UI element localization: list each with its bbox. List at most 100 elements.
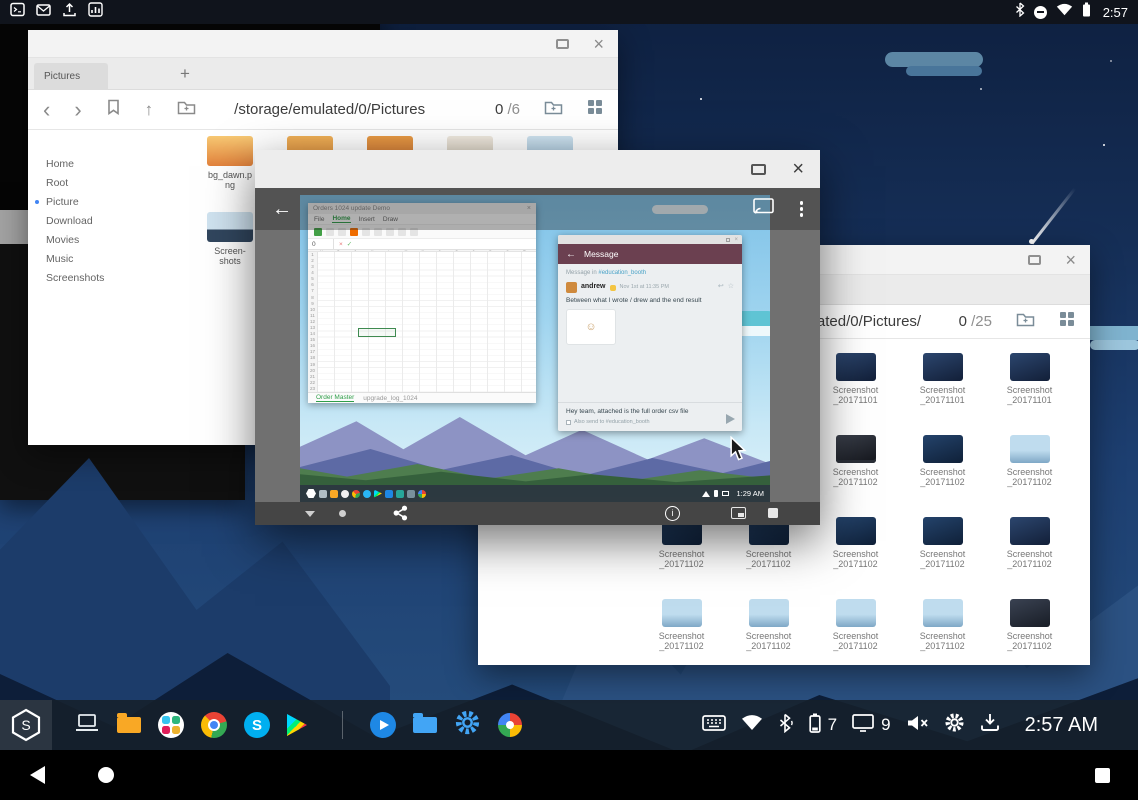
battery-icon[interactable]	[809, 713, 821, 738]
cancel-icon: ×	[339, 241, 343, 248]
clock: 1:29 AM	[736, 489, 764, 498]
restore-window-icon[interactable]	[556, 39, 569, 49]
image-viewer-window[interactable]: × ← Orders 1024 update Demo×	[255, 150, 820, 525]
bluetooth-icon[interactable]	[778, 713, 794, 738]
start-menu-button[interactable]: S	[0, 700, 52, 750]
selection-count: 0 /6	[495, 101, 520, 118]
file-item[interactable]: Screenshot _20171102	[725, 599, 812, 681]
wifi-icon[interactable]	[741, 714, 763, 736]
settings-app-icon[interactable]	[454, 709, 481, 741]
sidebar-item-music[interactable]: Music	[28, 249, 193, 268]
pip-icon[interactable]	[731, 507, 746, 519]
grid-view-icon[interactable]	[1059, 311, 1075, 332]
update-icon[interactable]	[980, 713, 1000, 737]
sidebar-item-download[interactable]: Download	[28, 211, 193, 230]
home-button[interactable]	[98, 767, 114, 783]
sidebar-item-picture[interactable]: Picture	[28, 192, 193, 211]
skype-icon[interactable]	[244, 712, 270, 738]
file-item[interactable]: Screenshot _20171102	[638, 599, 725, 681]
play-store-icon[interactable]	[287, 714, 307, 736]
cloud	[1090, 340, 1138, 350]
comet-head	[1029, 239, 1034, 244]
info-icon[interactable]: i	[665, 506, 680, 521]
file-item[interactable]: Screenshot _20171102	[812, 517, 899, 599]
photos-pinwheel-icon[interactable]	[498, 713, 522, 737]
file-label: Screenshot _20171102	[725, 631, 812, 651]
file-item[interactable]: Screenshot _20171101	[899, 353, 986, 435]
chrome-icon[interactable]	[201, 712, 227, 738]
navigation-bar	[0, 750, 1138, 800]
back-button[interactable]	[30, 766, 45, 784]
laptop-app-icon[interactable]	[74, 713, 100, 738]
star-icon: ☆	[728, 282, 734, 290]
file-item[interactable]: Screenshot _20171101	[986, 353, 1073, 435]
close-icon[interactable]: ×	[1065, 251, 1076, 269]
files-app-icon[interactable]	[117, 717, 141, 733]
photo-view[interactable]: Orders 1024 update Demo× File Home Inser…	[300, 195, 770, 502]
chart-icon	[88, 2, 103, 22]
volume-muted-icon[interactable]	[906, 714, 929, 737]
file-item[interactable]: Screenshot _20171102	[812, 599, 899, 681]
formula-bar: 0 × ✓	[308, 239, 536, 250]
app-icon	[418, 490, 426, 498]
recents-button[interactable]	[1095, 768, 1110, 783]
file-item[interactable]: Screenshot _20171102	[725, 517, 812, 599]
file-item[interactable]: Screenshot _20171102	[899, 517, 986, 599]
sidebar: Home Root Picture Download Movies Music …	[28, 130, 193, 445]
screenshot-taskbar: 1:29 AM	[300, 485, 770, 502]
overflow-menu-icon[interactable]	[800, 201, 804, 217]
settings-gear-icon[interactable]	[944, 712, 965, 738]
share-icon[interactable]	[393, 505, 408, 525]
app-icon	[330, 490, 338, 498]
slack-icon[interactable]	[158, 712, 184, 738]
file-item[interactable]: Screenshot _20171102	[899, 435, 986, 517]
attachment-thumbnail: ☺	[566, 309, 616, 345]
tab-strip: Pictures +	[28, 58, 618, 90]
row-headers: 1 2 3 4 5 6 7 8 9 10 11 12 13 14 15 16 1…	[308, 252, 318, 392]
restore-window-icon[interactable]	[1028, 255, 1041, 265]
file-item[interactable]: Screenshot _20171102	[812, 435, 899, 517]
tab-pictures[interactable]: Pictures	[34, 63, 108, 89]
close-icon[interactable]: ×	[593, 35, 604, 53]
file-item[interactable]: Screenshot _20171102	[986, 435, 1073, 517]
cast-icon[interactable]	[753, 198, 774, 220]
back-icon[interactable]: ←	[272, 198, 292, 221]
caret-down-icon[interactable]	[305, 511, 315, 517]
file-item[interactable]: Screenshot _20171102	[638, 517, 725, 599]
compose-text: Hey team, attached is the full order csv…	[566, 408, 734, 415]
file-manager-icon[interactable]	[413, 717, 437, 733]
bookmark-icon[interactable]	[106, 99, 121, 120]
back-icon[interactable]: ‹	[43, 99, 50, 121]
up-directory-icon[interactable]: ↑	[145, 100, 154, 120]
sidebar-item-home[interactable]: Home	[28, 154, 193, 173]
file-item[interactable]: Screenshot _20171102	[986, 599, 1073, 681]
avatar	[566, 282, 577, 293]
app-icon	[407, 490, 415, 498]
slideshow-dot-icon[interactable]	[339, 510, 346, 517]
new-folder-icon[interactable]	[177, 100, 196, 120]
start-icon	[306, 489, 316, 499]
sidebar-item-screenshots[interactable]: Screenshots	[28, 268, 193, 287]
file-item[interactable]: Screenshot _20171101	[812, 353, 899, 435]
restore-window-icon[interactable]	[751, 164, 766, 175]
sidebar-item-root[interactable]: Root	[28, 173, 193, 192]
breadcrumb-path: /storage/emulated/0/Pictures	[234, 101, 425, 118]
status-clock: 2:57	[1103, 5, 1128, 20]
close-icon[interactable]: ×	[792, 159, 804, 179]
new-tab-button[interactable]: +	[180, 64, 190, 84]
file-item[interactable]: Screenshot _20171102	[986, 517, 1073, 599]
forward-icon[interactable]: ›	[74, 99, 81, 121]
create-folder-icon[interactable]	[544, 100, 563, 120]
stop-icon[interactable]	[768, 508, 778, 518]
create-folder-icon[interactable]	[1016, 312, 1035, 332]
viewer-bottom-bar: i	[255, 502, 820, 525]
file-item[interactable]: Screenshot _20171102	[899, 599, 986, 681]
app-icon-blue-circle[interactable]	[370, 712, 396, 738]
keyboard-icon[interactable]	[702, 715, 726, 736]
taskbar-clock[interactable]: 2:57 AM	[1025, 714, 1098, 737]
image-thumbnail	[923, 435, 963, 463]
grid-view-icon[interactable]	[587, 99, 603, 120]
file-label: Screenshot _20171102	[638, 549, 725, 569]
sidebar-item-movies[interactable]: Movies	[28, 230, 193, 249]
display-icon[interactable]	[852, 714, 874, 737]
